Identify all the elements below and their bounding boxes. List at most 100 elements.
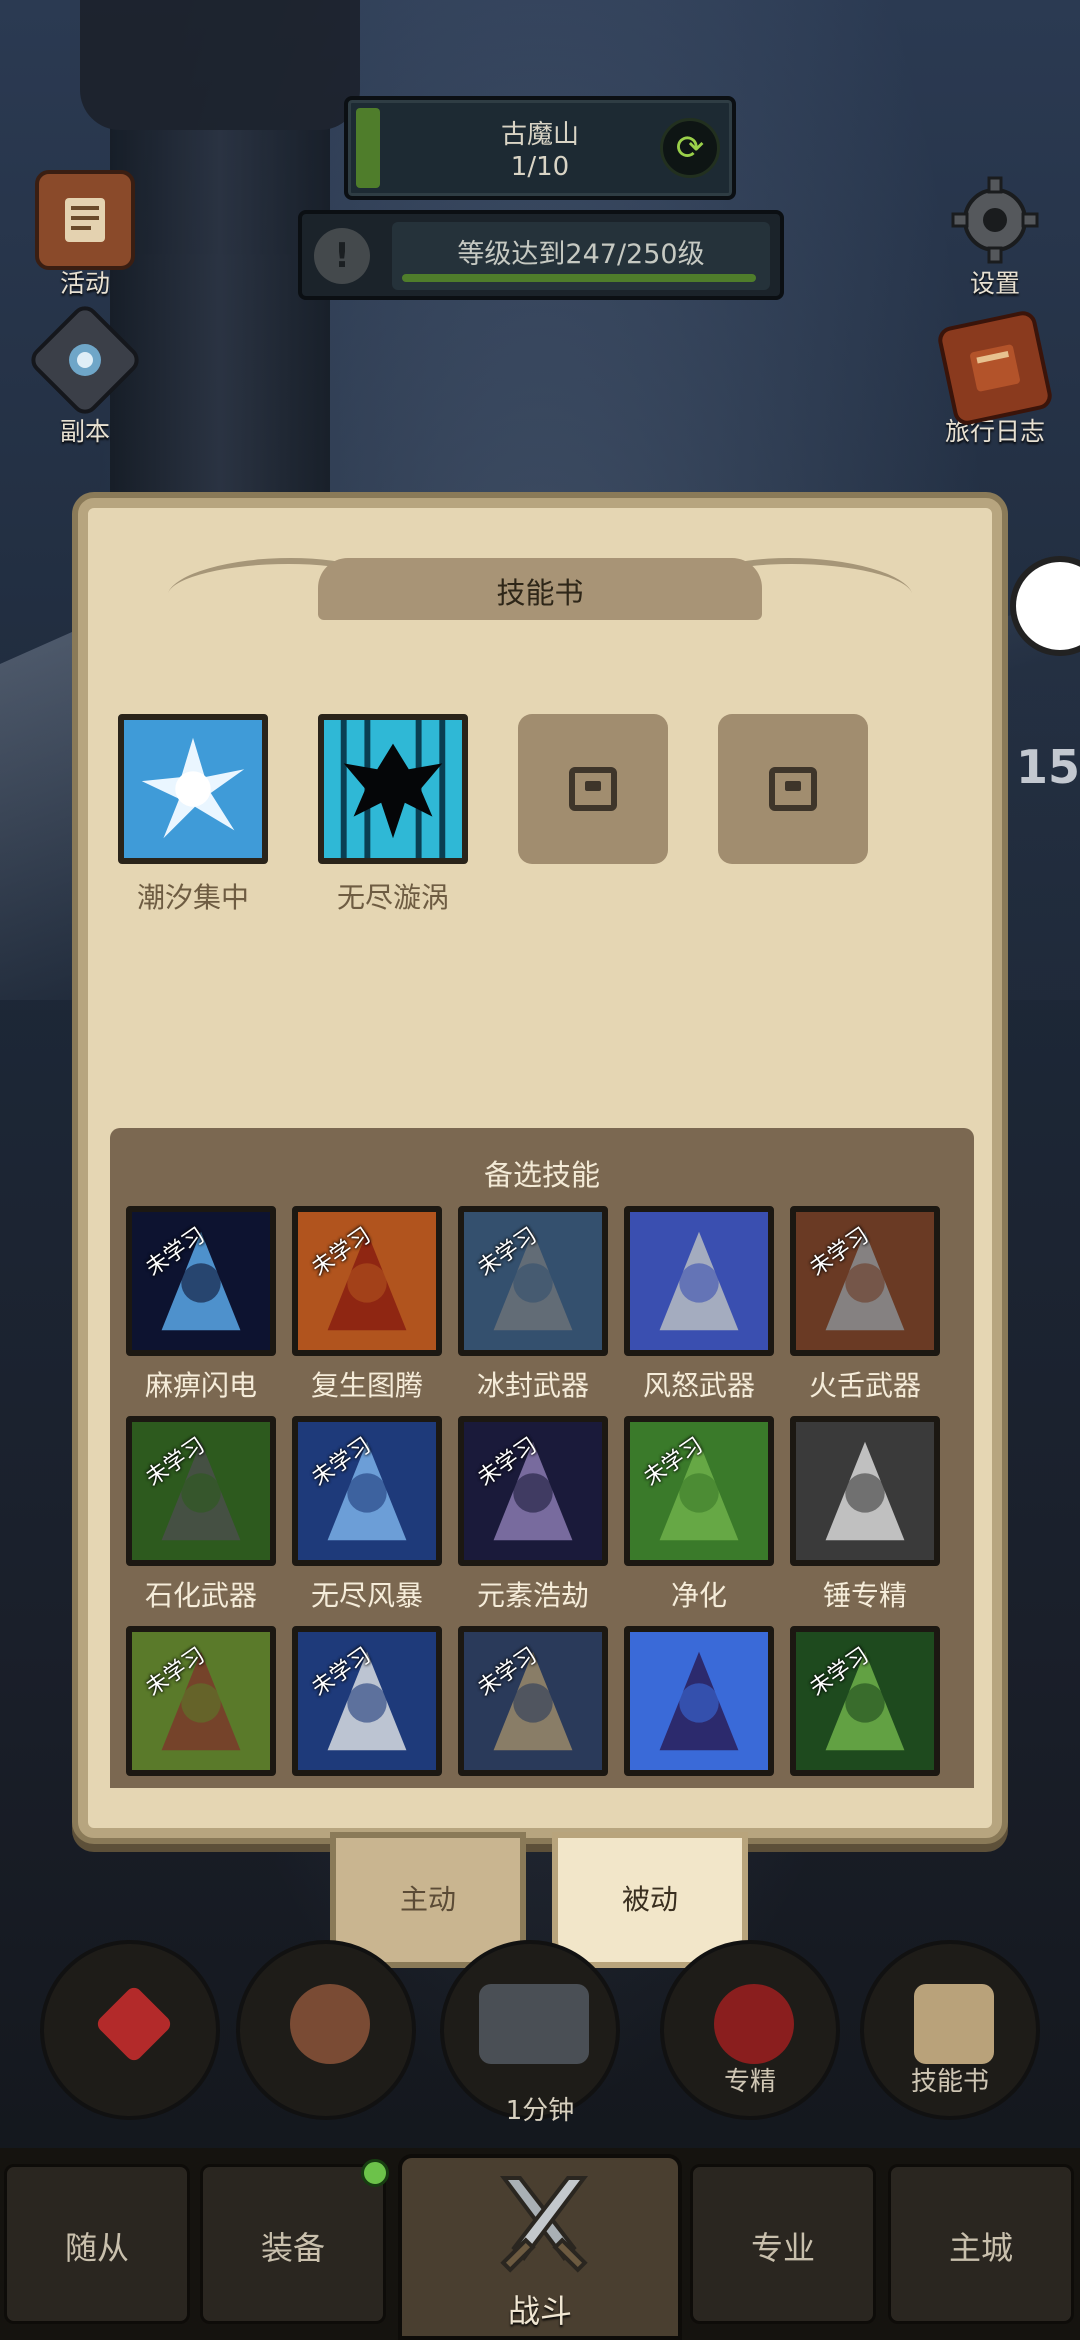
scroll-icon bbox=[35, 170, 135, 270]
crossed-swords-icon bbox=[500, 2176, 588, 2273]
tidal-burst-icon bbox=[118, 714, 268, 864]
lock-icon bbox=[569, 767, 617, 811]
specialize-label: 专精 bbox=[723, 2067, 776, 2097]
lock-icon bbox=[769, 767, 817, 811]
exclamation-icon: ! bbox=[314, 228, 370, 284]
alternate-skill-cell[interactable]: 未学习 无尽风暴 bbox=[292, 1416, 442, 1614]
alternate-skill-cell[interactable]: 未学习 冰封武器 bbox=[458, 1206, 608, 1404]
nav-equipment[interactable]: 装备 bbox=[200, 2159, 389, 2324]
skill-icon: 未学习 bbox=[458, 1626, 608, 1776]
alternate-skill-cell[interactable]: 未学习 元素浩劫 bbox=[458, 1416, 608, 1614]
alternate-skill-cell[interactable]: 未学习 bbox=[458, 1626, 608, 1784]
skill-icon bbox=[624, 1626, 774, 1776]
peek-number: 15 bbox=[1015, 740, 1080, 794]
book-icon bbox=[935, 308, 1055, 428]
skill-icon: 未学习 bbox=[790, 1626, 940, 1776]
settings-button[interactable]: 设置 bbox=[930, 170, 1060, 300]
gear-icon bbox=[945, 170, 1045, 270]
alternate-skill-cell[interactable]: 未学习 净化 bbox=[624, 1416, 774, 1614]
activity-label: 活动 bbox=[59, 269, 110, 298]
skill-icon bbox=[790, 1416, 940, 1566]
alternate-skill-cell[interactable]: 未学习 bbox=[790, 1626, 940, 1784]
skill-icon: 未学习 bbox=[292, 1626, 442, 1776]
alternate-skill-cell[interactable]: 未学习 火舌武器 bbox=[790, 1206, 940, 1404]
alternate-skill-cell[interactable]: 风怒武器 bbox=[624, 1206, 774, 1404]
skill-name: 石化武器 bbox=[144, 1579, 257, 1612]
locked-slot[interactable] bbox=[718, 714, 868, 864]
portal-icon bbox=[25, 300, 145, 420]
skill-name: 无尽漩涡 bbox=[336, 881, 449, 914]
dungeon-button[interactable]: 副本 bbox=[20, 300, 150, 448]
skill-name: 冰封武器 bbox=[476, 1369, 589, 1402]
nav-city-label: 主城 bbox=[948, 2229, 1013, 2267]
alternate-skill-cell[interactable]: 未学习 麻痹闪电 bbox=[126, 1206, 276, 1404]
quest-text: 等级达到247/250级 bbox=[457, 239, 705, 270]
skill-icon: 未学习 bbox=[624, 1416, 774, 1566]
skill-icon: 未学习 bbox=[790, 1206, 940, 1356]
skill-icon: 未学习 bbox=[458, 1206, 608, 1356]
bag-icon bbox=[290, 1984, 370, 2064]
learned-skills: 潮汐集中 无尽漩涡 bbox=[118, 714, 978, 914]
skillbook-button[interactable]: 技能书 bbox=[860, 1940, 1040, 2120]
skill-icon bbox=[624, 1206, 774, 1356]
refresh-icon[interactable]: ⟳ bbox=[660, 118, 720, 178]
quest-panel[interactable]: ! 等级达到247/250级 bbox=[298, 210, 784, 300]
nav-profession[interactable]: 专业 bbox=[690, 2164, 876, 2324]
skill-name: 潮汐集中 bbox=[136, 881, 249, 914]
activity-button[interactable]: 活动 bbox=[20, 170, 150, 300]
skill-icon: 未学习 bbox=[458, 1416, 608, 1566]
tab-passive-label: 被动 bbox=[621, 1883, 678, 1916]
endless-vortex-icon bbox=[318, 714, 468, 864]
dungeon-label: 副本 bbox=[59, 417, 110, 446]
nav-equipment-label: 装备 bbox=[260, 2229, 325, 2267]
skill-icon: 未学习 bbox=[126, 1626, 276, 1776]
learned-slot[interactable]: 无尽漩涡 bbox=[318, 714, 468, 916]
bag-button[interactable] bbox=[236, 1940, 416, 2120]
notification-badge bbox=[361, 2159, 389, 2187]
skill-name: 锤专精 bbox=[822, 1579, 907, 1612]
travel-log-button[interactable]: 旅行日志 bbox=[930, 308, 1060, 448]
alternate-skill-cell[interactable]: 未学习 bbox=[126, 1626, 276, 1784]
skill-name: 麻痹闪电 bbox=[144, 1369, 257, 1402]
alternate-skill-cell[interactable]: 锤专精 bbox=[790, 1416, 940, 1614]
skillbook-label: 技能书 bbox=[910, 2067, 989, 2097]
skill-icon: 未学习 bbox=[126, 1416, 276, 1566]
locked-frame bbox=[718, 714, 868, 864]
stage-panel[interactable]: 古魔山 1/10 ⟳ bbox=[344, 96, 736, 200]
tab-active-label: 主动 bbox=[399, 1883, 456, 1916]
book-header: 技能书 bbox=[155, 548, 925, 634]
alternate-skill-cell[interactable]: 未学习 复生图腾 bbox=[292, 1206, 442, 1404]
locked-slot[interactable] bbox=[518, 714, 668, 864]
skill-icon: 未学习 bbox=[292, 1416, 442, 1566]
skill-icon: 未学习 bbox=[126, 1206, 276, 1356]
alternate-skill-cell[interactable] bbox=[624, 1626, 774, 1784]
nav-followers[interactable]: 随从 bbox=[4, 2164, 190, 2324]
potion-button[interactable] bbox=[40, 1940, 220, 2120]
skill-icon: 未学习 bbox=[292, 1206, 442, 1356]
potion-icon bbox=[94, 1984, 174, 2064]
quest-box: 等级达到247/250级 bbox=[392, 222, 770, 290]
quest-progress-bar bbox=[402, 274, 756, 282]
skill-name: 复生图腾 bbox=[310, 1369, 423, 1402]
specialize-button[interactable]: 专精 bbox=[660, 1940, 840, 2120]
skill-name: 净化 bbox=[670, 1579, 727, 1612]
alternate-skill-cell[interactable]: 未学习 bbox=[292, 1626, 442, 1784]
skill-book-panel: 技能书 潮汐集中 无尽漩涡 备选技能 未学习 麻痹闪电 未学习 复生图腾 未学习 冰封武器… bbox=[78, 498, 1002, 1838]
book-title: 技能书 bbox=[496, 576, 584, 610]
locked-frame bbox=[518, 714, 668, 864]
alternate-skill-cell[interactable]: 未学习 石化武器 bbox=[126, 1416, 276, 1614]
chest-timer: 1分钟 bbox=[505, 2096, 575, 2126]
nav-city[interactable]: 主城 bbox=[888, 2164, 1074, 2324]
specialize-icon bbox=[714, 1984, 794, 2064]
nav-followers-label: 随从 bbox=[64, 2229, 129, 2267]
skill-name: 无尽风暴 bbox=[310, 1579, 423, 1612]
nav-battle[interactable]: 战斗 bbox=[398, 2154, 682, 2340]
learned-slot[interactable]: 潮汐集中 bbox=[118, 714, 268, 916]
chest-icon bbox=[479, 1984, 589, 2064]
alternate-skills-panel: 备选技能 未学习 麻痹闪电 未学习 复生图腾 未学习 冰封武器 风怒武器 未学习 火舌武器 未学习… bbox=[110, 1128, 974, 1788]
skill-name: 火舌武器 bbox=[808, 1369, 921, 1402]
skill-name: 元素浩劫 bbox=[476, 1579, 589, 1612]
nav-profession-label: 专业 bbox=[750, 2229, 815, 2267]
bottom-nav: 随从 装备 战斗 专业 主城 bbox=[0, 2148, 1080, 2340]
skillbook-icon bbox=[914, 1984, 994, 2064]
